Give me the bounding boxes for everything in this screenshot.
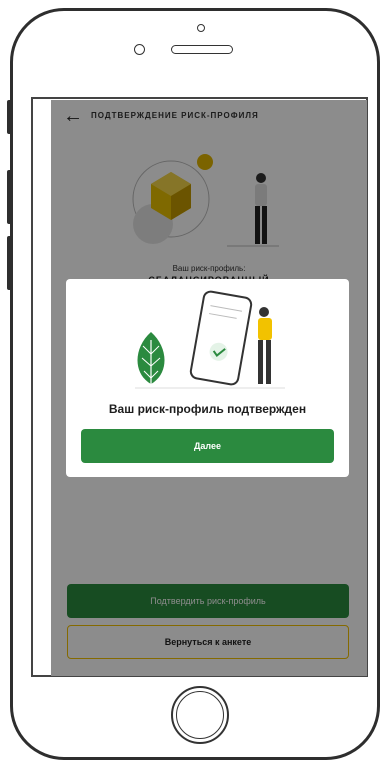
phone-speaker <box>171 45 233 54</box>
phone-camera <box>134 44 145 55</box>
phone-home-button <box>171 686 229 744</box>
confirmation-modal: Ваш риск-профиль подтвержден Далее <box>66 279 349 477</box>
phone-volume-up-button <box>7 170 13 224</box>
phone-volume-down-button <box>7 236 13 290</box>
next-button[interactable]: Далее <box>81 429 334 463</box>
modal-title: Ваш риск-профиль подтвержден <box>108 402 307 416</box>
app-screen: ← ПОДТВЕРЖДЕНИЕ РИСК-ПРОФИЛЯ Ваш риск-пр… <box>51 100 367 676</box>
phone-mute-switch <box>7 100 13 134</box>
confirmation-illustration <box>135 290 285 390</box>
phone-sensor <box>197 24 205 32</box>
